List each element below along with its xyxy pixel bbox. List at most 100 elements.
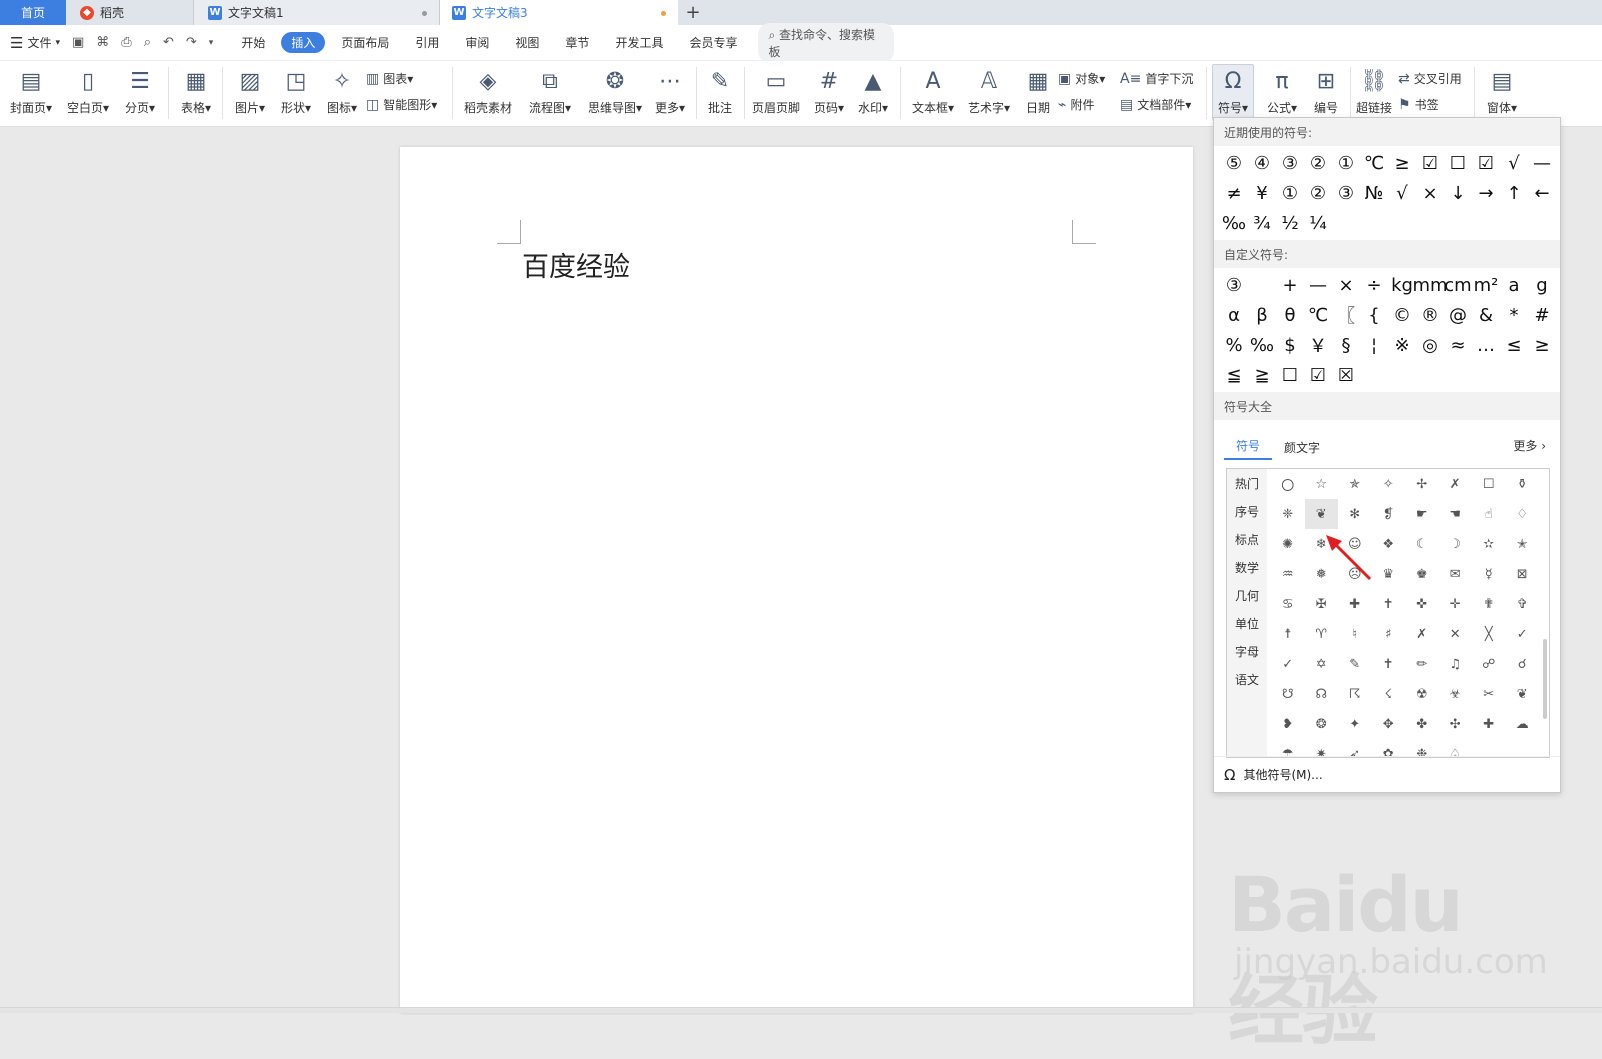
recent-symbol-cell[interactable]: ¾ [1248,208,1276,238]
picture-button[interactable]: ▨ 图片▾ [230,65,270,116]
library-symbol-cell[interactable]: ✚ [1338,589,1372,619]
library-symbol-cell[interactable]: ✥ [1372,709,1406,739]
recent-symbol-cell[interactable]: ② [1304,178,1332,208]
format-painter-icon[interactable]: ⌘ [96,35,109,50]
custom-symbol-cell[interactable]: % [1220,330,1248,360]
custom-symbol-cell[interactable]: m² [1472,270,1500,300]
wordart-button[interactable]: 𝔸 艺术字▾ [964,65,1014,116]
custom-symbol-cell[interactable]: ≦ [1220,360,1248,390]
blank-page-button[interactable]: ▯ 空白页▾ [64,65,112,116]
menu-tab-insert[interactable]: 插入 [281,32,326,53]
recent-symbol-cell[interactable]: ③ [1276,148,1304,178]
recent-symbol-cell[interactable]: ☑ [1416,148,1444,178]
mindmap-button[interactable]: ❂ 思维导图▾ [584,65,646,116]
custom-symbol-cell[interactable]: ￥ [1304,330,1332,360]
symbol-grid-scrollbar[interactable] [1543,639,1547,719]
library-symbol-cell[interactable]: ✞ [1506,589,1540,619]
library-symbol-cell[interactable]: ❦ [1304,499,1338,529]
custom-symbol-cell[interactable]: ≧ [1248,360,1276,390]
library-symbol-cell[interactable]: ☨ [1271,619,1305,649]
recent-symbol-cell[interactable]: ④ [1248,148,1276,178]
library-symbol-cell[interactable]: ☽ [1439,529,1473,559]
new-tab-button[interactable]: + [678,0,708,25]
custom-symbol-cell[interactable]: * [1500,300,1528,330]
custom-symbol-cell[interactable]: — [1304,270,1332,300]
library-symbol-cell[interactable]: ❈ [1271,499,1305,529]
formula-button[interactable]: π 公式▾ [1262,65,1302,116]
page-number-button[interactable]: # 页码▾ [810,65,848,116]
custom-symbol-cell[interactable]: § [1332,330,1360,360]
custom-symbol-cell[interactable]: ÷ [1360,270,1388,300]
tab-home[interactable]: 首页 [0,0,66,25]
library-symbol-cell[interactable]: ✕ [1439,619,1473,649]
library-symbol-cell[interactable]: ✗ [1439,469,1473,499]
undo-icon[interactable]: ↶ [163,35,174,50]
recent-symbol-cell[interactable]: ℃ [1360,148,1388,178]
library-symbol-cell[interactable]: ⚱ [1506,469,1540,499]
library-symbol-cell[interactable]: ✤ [1405,709,1439,739]
library-symbol-cell[interactable]: ⊠ [1506,559,1540,589]
menu-tab-start[interactable]: 开始 [231,32,275,53]
library-symbol-cell[interactable]: ╳ [1472,619,1506,649]
library-symbol-cell[interactable]: ☐ [1472,469,1506,499]
custom-symbol-cell[interactable]: # [1528,300,1556,330]
library-symbol-cell[interactable]: ✢ [1405,469,1439,499]
tab-symbols[interactable]: 符号 [1224,437,1273,460]
document-text[interactable]: 百度经验 [522,245,630,284]
custom-symbol-cell[interactable]: ℃ [1304,300,1332,330]
library-symbol-cell[interactable]: ✂ [1472,679,1506,709]
menu-tab-member[interactable]: 会员专享 [679,32,747,53]
library-symbol-cell[interactable]: ☊ [1305,679,1339,709]
flowchart-button[interactable]: ⧉ 流程图▾ [524,65,576,116]
recent-symbol-cell[interactable]: ☐ [1444,148,1472,178]
recent-symbol-cell[interactable]: ≠ [1220,178,1248,208]
library-symbol-cell[interactable]: ✺ [1271,529,1305,559]
docparts-button[interactable]: ▤ 文档部件 ▾ [1120,96,1191,113]
chart-button[interactable]: ▥ 图表 ▾ [366,70,413,87]
library-symbol-cell[interactable]: ✻ [1338,499,1372,529]
custom-symbol-cell[interactable]: ☒ [1332,360,1360,390]
comment-button[interactable]: ✎ 批注 [704,65,736,116]
symbol-category-item[interactable]: 热门 [1227,469,1267,497]
dropcap-button[interactable]: A≡ 首字下沉 [1120,70,1193,87]
other-symbols-button[interactable]: Ω 其他符号(M)... [1214,756,1560,792]
library-symbol-cell[interactable]: ✠ [1305,589,1339,619]
custom-symbol-cell[interactable]: ‰ [1248,330,1276,360]
custom-symbol-cell[interactable]: β [1248,300,1276,330]
object-button[interactable]: ▣ 对象 ▾ [1058,70,1105,87]
custom-symbol-cell[interactable]: α [1220,300,1248,330]
recent-symbol-cell[interactable]: √ [1388,178,1416,208]
library-symbol-cell[interactable]: ✓ [1271,649,1305,679]
library-symbol-cell[interactable]: ♚ [1405,559,1439,589]
library-symbol-cell[interactable]: ☋ [1271,679,1305,709]
recent-symbol-cell[interactable]: ① [1276,178,1304,208]
library-symbol-cell[interactable]: ❂ [1305,709,1339,739]
library-symbol-cell[interactable]: ☇ [1372,679,1406,709]
attachment-button[interactable]: ⌁ 附件 [1058,96,1094,113]
custom-symbol-cell[interactable]: a [1500,270,1528,300]
library-symbol-cell[interactable]: ☢ [1405,679,1439,709]
custom-symbol-cell[interactable]: ≥ [1528,330,1556,360]
library-symbol-cell[interactable]: ☍ [1472,649,1506,679]
custom-symbol-cell[interactable]: × [1332,270,1360,300]
menu-tab-developer[interactable]: 开发工具 [605,32,673,53]
custom-symbol-cell[interactable]: ≤ [1500,330,1528,360]
custom-symbol-cell[interactable]: { [1360,300,1388,330]
library-symbol-cell[interactable]: ♫ [1439,649,1473,679]
library-symbol-cell[interactable]: ☿ [1472,559,1506,589]
tab-doc3[interactable]: W 文字文稿3 [440,0,678,25]
library-symbol-cell[interactable]: ❦ [1506,679,1540,709]
library-symbol-cell[interactable]: ✫ [1472,529,1506,559]
library-symbol-cell[interactable]: ♯ [1372,619,1406,649]
form-button[interactable]: ▤ 窗体▾ [1482,65,1522,116]
more-button[interactable]: ⋯ 更多▾ [652,65,688,116]
table-button[interactable]: ▦ 表格▾ [176,65,216,116]
recent-symbol-cell[interactable]: → [1472,178,1500,208]
library-symbol-cell[interactable]: ♒ [1271,559,1305,589]
tab-doc1[interactable]: W 文字文稿1 [194,0,440,25]
page-break-button[interactable]: ☰ 分页▾ [120,65,160,116]
library-symbol-cell[interactable]: ✜ [1405,589,1439,619]
date-button[interactable]: ▦ 日期 [1022,65,1054,116]
command-search[interactable]: ⌕ 查找命令、搜索模板 [758,22,895,63]
custom-symbol-cell[interactable]: ☐ [1276,360,1304,390]
